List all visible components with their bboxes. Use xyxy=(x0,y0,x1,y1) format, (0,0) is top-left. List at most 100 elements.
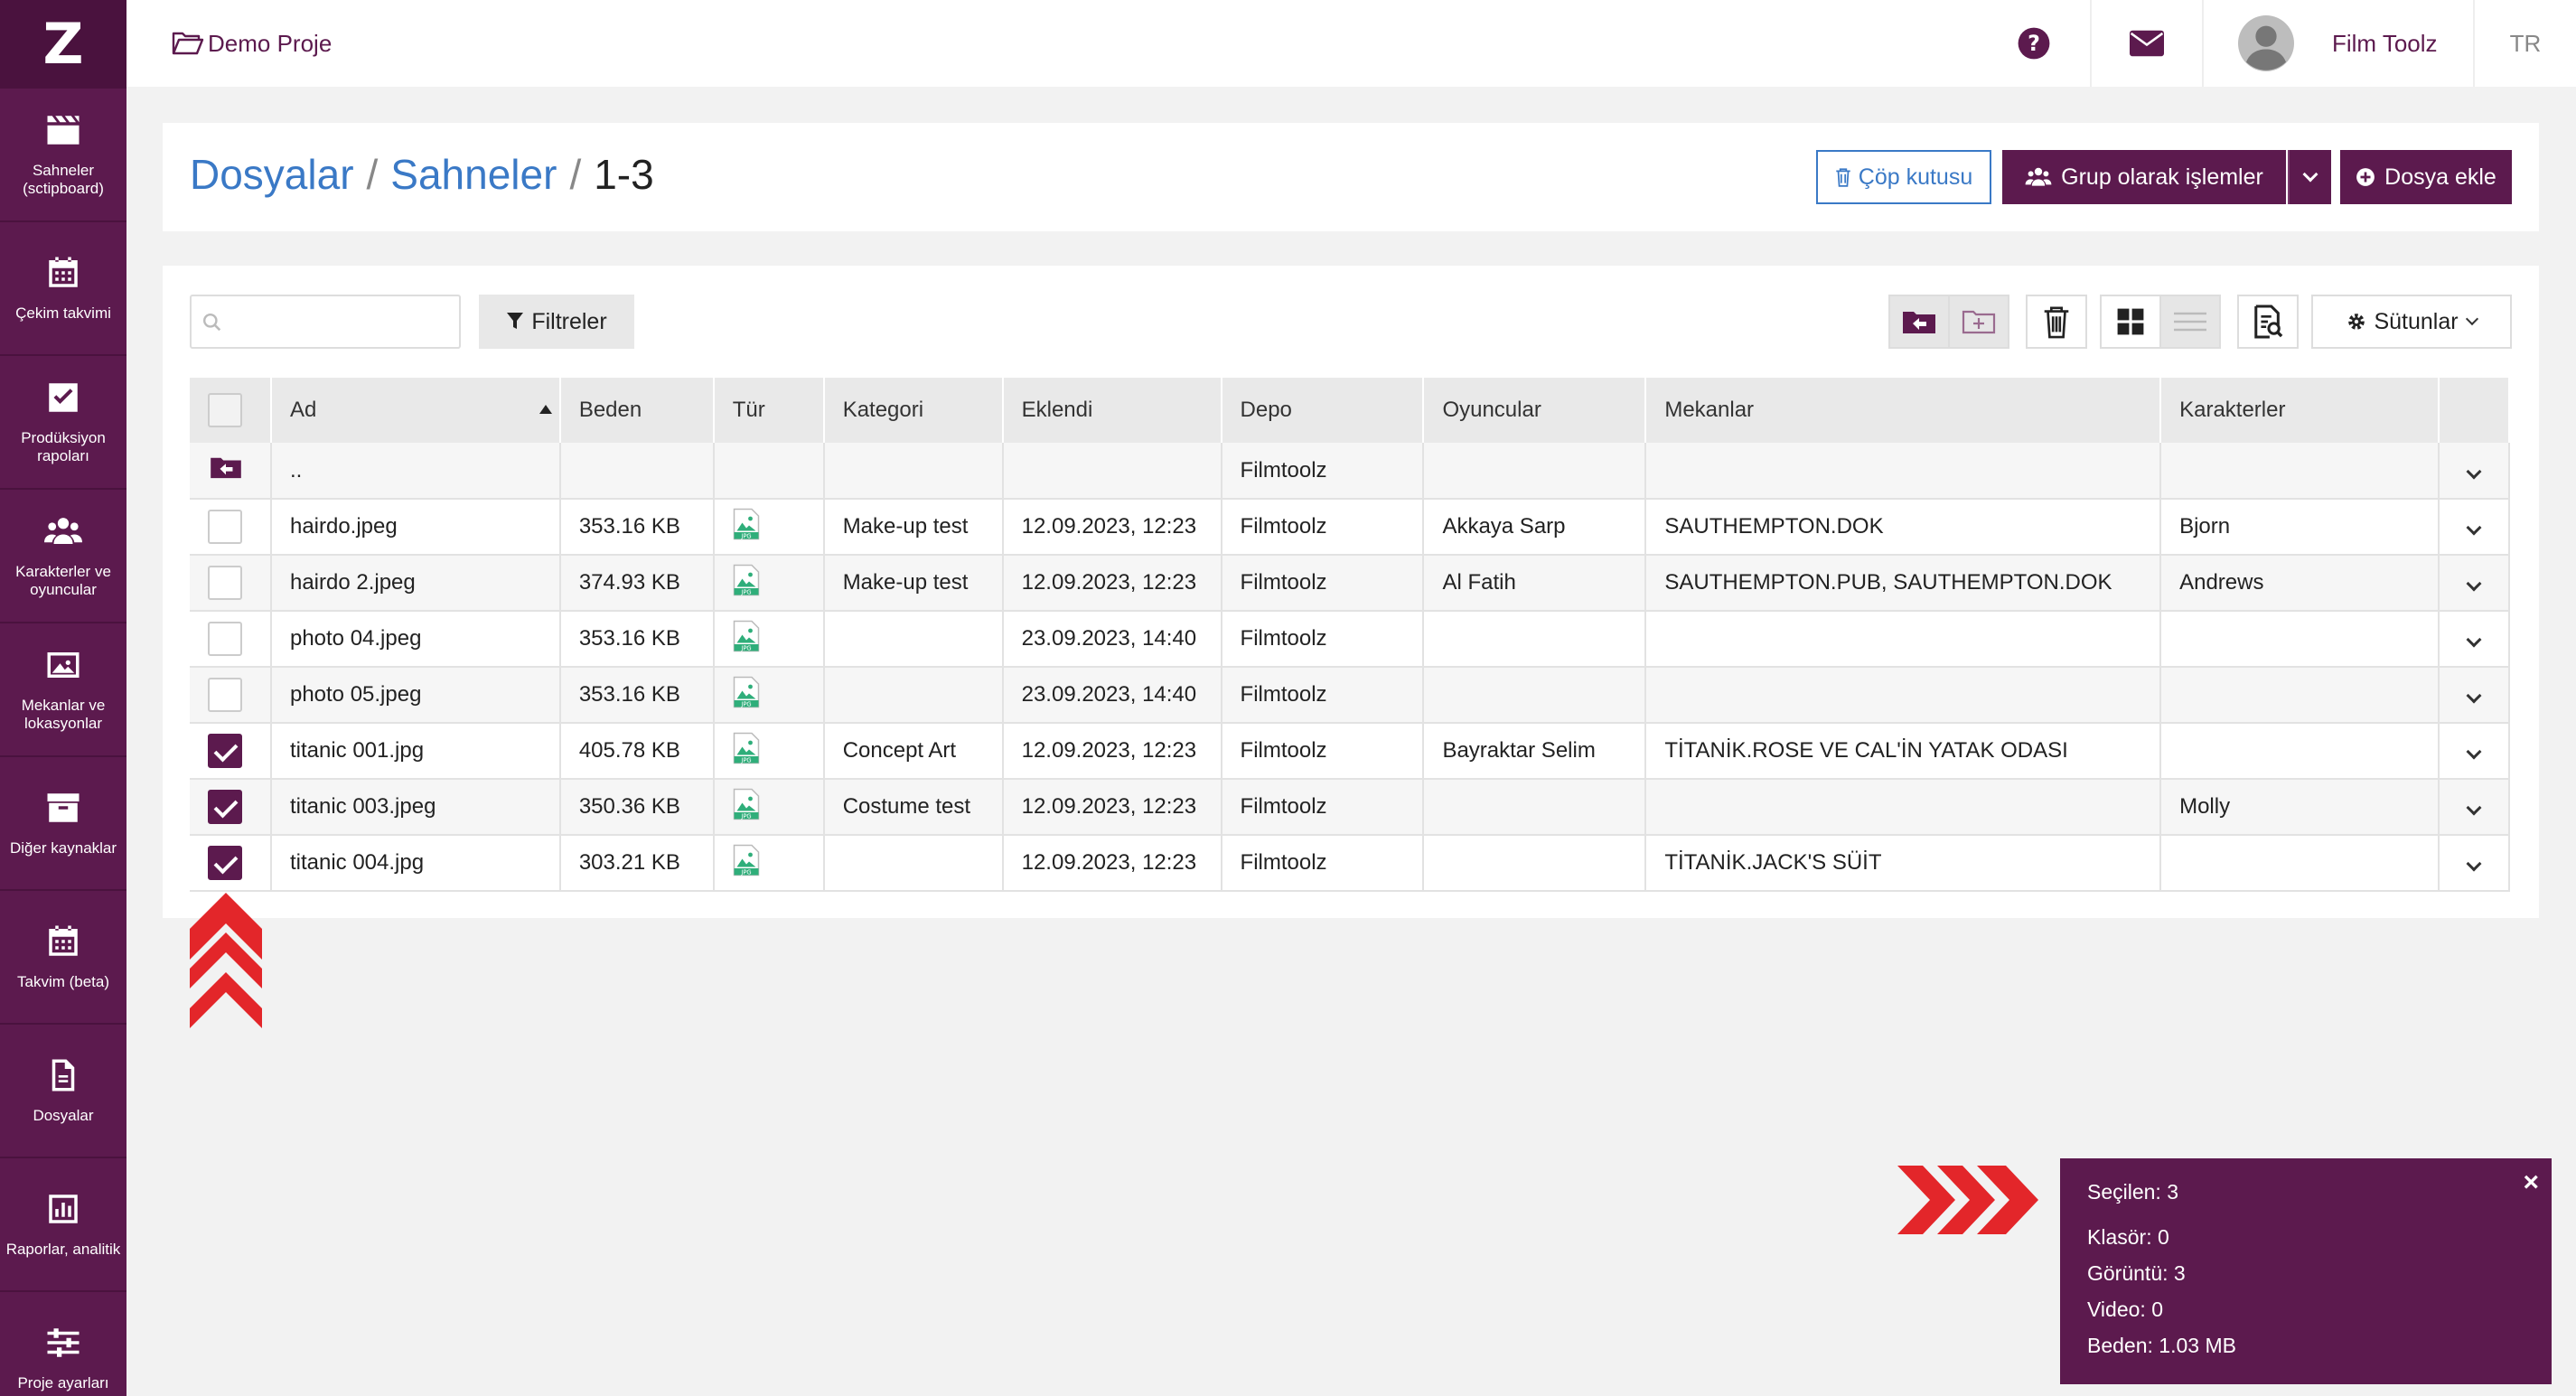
table-row[interactable]: hairdo.jpeg 353.16 KB JPG Make-up test 12.09… xyxy=(190,499,2511,556)
row-name[interactable]: titanic 003.jpeg xyxy=(270,779,561,836)
row-expand[interactable] xyxy=(2438,611,2511,668)
row-characters: Bjorn xyxy=(2160,499,2440,556)
column-actors[interactable]: Oyuncular xyxy=(1423,378,1647,443)
row-category xyxy=(823,835,1004,892)
row-checkbox[interactable] xyxy=(208,734,242,768)
new-folder-button[interactable] xyxy=(1948,295,2009,349)
delete-button[interactable] xyxy=(2026,295,2087,349)
row-locations xyxy=(1645,667,2162,724)
column-added[interactable]: Eklendi xyxy=(1002,378,1222,443)
column-characters[interactable]: Karakterler xyxy=(2160,378,2440,443)
svg-text:JPG: JPG xyxy=(740,700,751,707)
sidebar-item-locations[interactable]: Mekanlar ve lokasyonlar xyxy=(0,622,126,755)
column-type[interactable]: Tür xyxy=(713,378,825,443)
filter-icon xyxy=(507,313,524,329)
row-locations: TİTANİK.ROSE VE CAL'İN YATAK ODASI xyxy=(1645,723,2162,780)
files-table-body: .. Filmtoolz hairdo.jpeg 353.16 KB JPG Make… xyxy=(190,443,2511,892)
row-checkbox[interactable] xyxy=(208,790,242,824)
row-expand[interactable] xyxy=(2438,779,2511,836)
row-expand[interactable] xyxy=(2438,723,2511,780)
clapperboard-icon xyxy=(47,116,80,145)
row-expand[interactable] xyxy=(2438,443,2511,500)
row-checkbox[interactable] xyxy=(208,566,242,600)
row-size: 353.16 KB xyxy=(559,667,715,724)
chevron-down-icon xyxy=(2466,520,2482,536)
row-type: JPG xyxy=(713,499,825,556)
close-icon[interactable]: × xyxy=(2523,1167,2539,1198)
video-count: Video: 0 xyxy=(2087,1298,2163,1321)
row-storage: Filmtoolz xyxy=(1221,723,1425,780)
row-name[interactable]: hairdo 2.jpeg xyxy=(270,555,561,612)
column-storage[interactable]: Depo xyxy=(1221,378,1425,443)
table-row[interactable]: photo 04.jpeg 353.16 KB JPG 23.09.2023, 14:… xyxy=(190,611,2511,668)
sidebar-item-files[interactable]: Dosyalar xyxy=(0,1023,126,1157)
row-category xyxy=(823,611,1004,668)
folder-back-icon[interactable] xyxy=(208,454,244,480)
preview-button[interactable] xyxy=(2237,295,2299,349)
sidebar-item-shooting-schedule[interactable]: Çekim takvimi xyxy=(0,220,126,354)
svg-text:JPG: JPG xyxy=(740,868,751,876)
sidebar-item-project-settings[interactable]: Proje ayarları xyxy=(0,1290,126,1396)
sidebar-item-characters[interactable]: Karakterler ve oyuncular xyxy=(0,488,126,622)
row-checkbox[interactable] xyxy=(208,678,242,712)
row-name[interactable]: photo 04.jpeg xyxy=(270,611,561,668)
select-all-checkbox[interactable] xyxy=(208,393,242,427)
row-name[interactable]: titanic 004.jpg xyxy=(270,835,561,892)
column-size[interactable]: Beden xyxy=(559,378,715,443)
plus-circle-icon xyxy=(2356,168,2375,186)
column-category[interactable]: Kategori xyxy=(823,378,1004,443)
search-box[interactable] xyxy=(190,295,461,349)
parent-folder-row[interactable]: .. Filmtoolz xyxy=(190,443,2511,500)
column-name[interactable]: Ad xyxy=(270,378,561,443)
parent-folder-button[interactable] xyxy=(1888,295,1950,349)
project-selector[interactable]: Demo Proje xyxy=(172,30,332,58)
folder-open-icon xyxy=(172,32,204,55)
row-name[interactable]: photo 05.jpeg xyxy=(270,667,561,724)
jpg-file-icon: JPG xyxy=(733,508,759,539)
row-expand[interactable] xyxy=(2438,499,2511,556)
row-checkbox[interactable] xyxy=(208,846,242,880)
app-logo[interactable]: Z xyxy=(0,0,126,87)
svg-text:JPG: JPG xyxy=(740,756,751,764)
row-expand[interactable] xyxy=(2438,667,2511,724)
trash-button[interactable]: Çöp kutusu xyxy=(1816,150,1991,204)
row-name[interactable]: hairdo.jpeg xyxy=(270,499,561,556)
messages-button[interactable] xyxy=(2090,0,2202,87)
row-actors: Bayraktar Selim xyxy=(1423,723,1647,780)
table-row[interactable]: titanic 003.jpeg 350.36 KB JPG Costume test… xyxy=(190,779,2511,836)
breadcrumb-scenes[interactable]: Sahneler xyxy=(390,151,557,198)
grid-view-button[interactable] xyxy=(2100,295,2161,349)
columns-button[interactable]: Sütunlar xyxy=(2311,295,2512,349)
breadcrumb-files[interactable]: Dosyalar xyxy=(190,151,354,198)
sidebar-item-scenes[interactable]: Sahneler (sctipboard) xyxy=(0,87,126,220)
user-menu[interactable]: Film Toolz xyxy=(2202,0,2473,87)
table-row[interactable]: hairdo 2.jpeg 374.93 KB JPG Make-up test 12.… xyxy=(190,555,2511,612)
row-name[interactable]: .. xyxy=(270,443,561,500)
table-row[interactable]: titanic 001.jpg 405.78 KB JPG Concept Art 12… xyxy=(190,723,2511,780)
row-expand[interactable] xyxy=(2438,835,2511,892)
sidebar-item-reports[interactable]: Raporlar, analitik xyxy=(0,1157,126,1290)
row-locations: SAUTHEMPTON.DOK xyxy=(1645,499,2162,556)
row-checkbox[interactable] xyxy=(208,510,242,544)
table-header-row: Ad Beden Tür Kategori Eklendi Depo Oyunc… xyxy=(190,378,2511,443)
add-file-button[interactable]: Dosya ekle xyxy=(2340,150,2512,204)
filters-button[interactable]: Filtreler xyxy=(479,295,634,349)
list-view-button[interactable] xyxy=(2159,295,2221,349)
row-expand[interactable] xyxy=(2438,555,2511,612)
table-row[interactable]: titanic 004.jpg 303.21 KB JPG 12.09.2023, 1… xyxy=(190,835,2511,892)
svg-text:JPG: JPG xyxy=(740,812,751,820)
search-input[interactable] xyxy=(231,304,448,340)
header-panel: Dosyalar / Sahneler/1-3 Çöp kutusu Grup ol… xyxy=(163,123,2539,231)
sidebar-item-other-resources[interactable]: Diğer kaynaklar xyxy=(0,755,126,889)
language-switch[interactable]: TR xyxy=(2473,0,2576,87)
sidebar-item-production-reports[interactable]: Prodüksiyon rapoları xyxy=(0,354,126,488)
sidebar-item-calendar-beta[interactable]: Takvim (beta) xyxy=(0,889,126,1023)
group-actions-dropdown[interactable] xyxy=(2288,150,2331,204)
row-checkbox[interactable] xyxy=(208,622,242,656)
group-actions-button[interactable]: Grup olarak işlemler xyxy=(2002,150,2286,204)
search-icon xyxy=(202,313,221,332)
column-locations[interactable]: Mekanlar xyxy=(1645,378,2162,443)
row-name[interactable]: titanic 001.jpg xyxy=(270,723,561,780)
help-button[interactable]: ? xyxy=(1978,0,2090,87)
table-row[interactable]: photo 05.jpeg 353.16 KB JPG 23.09.2023, 14:… xyxy=(190,667,2511,724)
